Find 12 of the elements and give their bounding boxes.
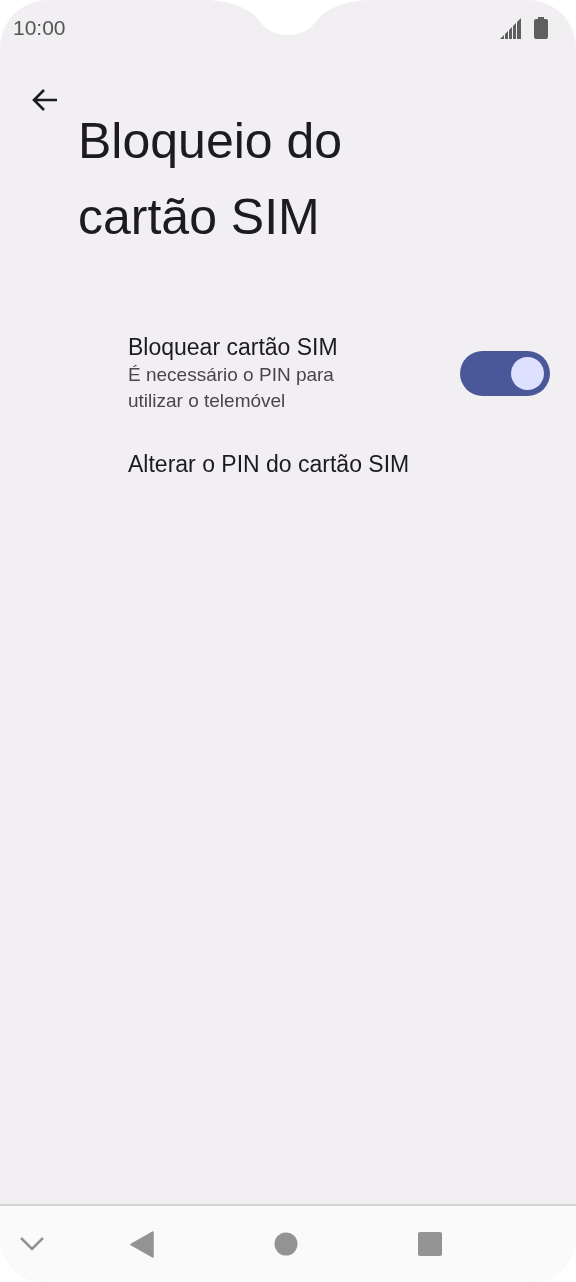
battery-icon <box>534 16 548 39</box>
back-nav-button[interactable] <box>130 1230 154 1258</box>
collapse-button[interactable] <box>20 1237 44 1251</box>
signal-icon <box>500 16 524 39</box>
setting-title: Bloquear cartão SIM <box>128 333 339 362</box>
setting-item[interactable]: Alterar o PIN do cartão SIM <box>128 449 550 479</box>
setting-description: É necessário o PIN para utilizar o telemóvel <box>128 363 335 413</box>
back-button[interactable] <box>32 88 58 112</box>
toggle-switch[interactable] <box>460 350 550 396</box>
home-button[interactable] <box>274 1232 298 1256</box>
page-title: Bloqueio do cartão SIM <box>78 112 344 247</box>
status-time: 10:00 <box>13 15 66 40</box>
